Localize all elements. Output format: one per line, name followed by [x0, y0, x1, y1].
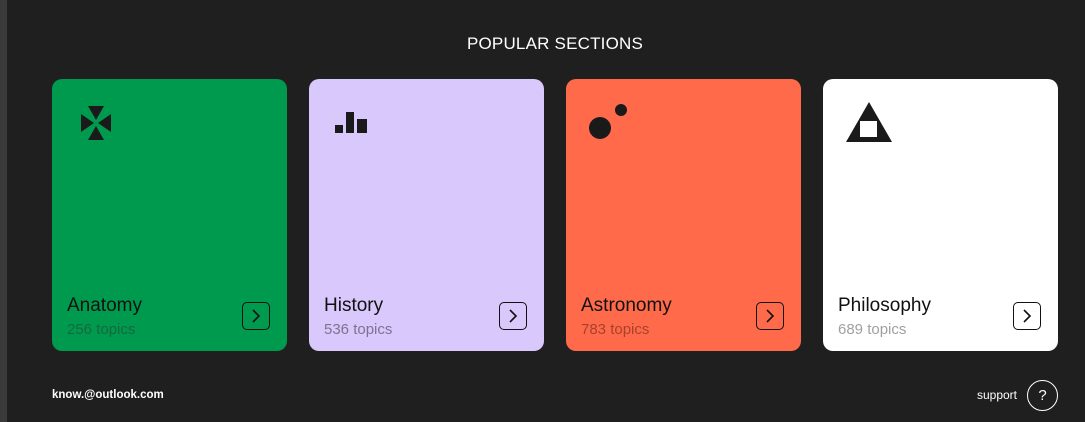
card-topic-count: 783 topics — [581, 321, 650, 338]
card-open-button[interactable] — [499, 302, 527, 330]
card-title: History — [324, 295, 384, 316]
card-topic-count: 689 topics — [838, 321, 907, 338]
section-title: POPULAR SECTIONS — [466, 34, 644, 53]
planets-icon — [588, 101, 638, 151]
card-title: Anatomy — [67, 295, 142, 316]
card-astronomy[interactable]: Astronomy 783 topics — [566, 79, 801, 351]
chevron-right-icon — [766, 309, 775, 323]
triangle-square-icon — [845, 101, 895, 151]
card-anatomy[interactable]: Anatomy 256 topics — [52, 79, 287, 351]
sections-card-list: Anatomy 256 topics History 536 topics As… — [52, 79, 1058, 351]
chevron-right-icon — [1023, 309, 1032, 323]
chevron-right-icon — [509, 309, 518, 323]
star-cross-icon — [74, 101, 124, 151]
card-philosophy[interactable]: Philosophy 689 topics — [823, 79, 1058, 351]
chevron-right-icon — [252, 309, 261, 323]
card-topic-count: 536 topics — [324, 321, 393, 338]
support-label: support — [976, 388, 1017, 402]
help-question-icon[interactable]: ? — [1027, 380, 1058, 411]
card-open-button[interactable] — [242, 302, 270, 330]
window-left-edge — [0, 0, 7, 422]
card-topic-count: 256 topics — [67, 321, 136, 338]
card-open-button[interactable] — [756, 302, 784, 330]
card-open-button[interactable] — [1013, 302, 1041, 330]
card-title: Astronomy — [581, 295, 672, 316]
card-title: Philosophy — [838, 295, 931, 316]
contact-email-link[interactable]: know.@outlook.com — [52, 389, 164, 401]
card-history[interactable]: History 536 topics — [309, 79, 544, 351]
bar-chart-icon — [331, 101, 381, 151]
